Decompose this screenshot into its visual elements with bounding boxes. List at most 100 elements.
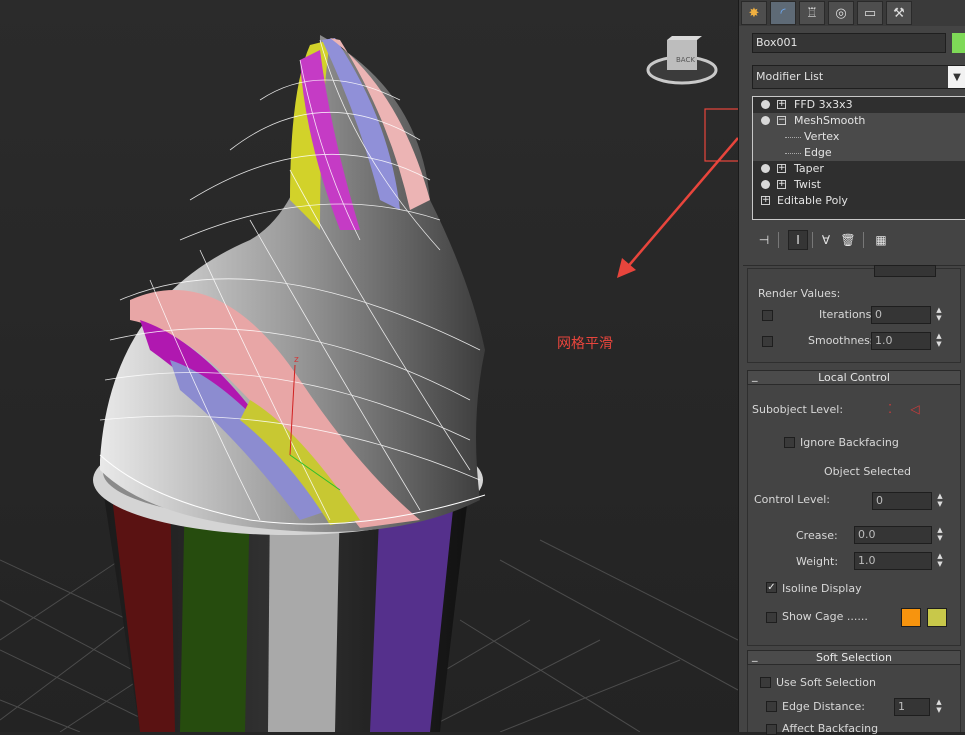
make-unique-button[interactable]: ∀ xyxy=(816,230,836,250)
motion-icon: ◎ xyxy=(835,5,847,21)
spinner-arrows-icon[interactable]: ▲ ▼ xyxy=(934,306,944,324)
show-cage-checkbox[interactable] xyxy=(766,612,777,623)
soft-selection-header[interactable]: _ Soft Selection xyxy=(747,649,961,665)
spinner-arrows-icon[interactable]: ▲ ▼ xyxy=(935,526,945,544)
spinner-arrows-icon[interactable]: ▲ ▼ xyxy=(935,492,945,510)
affect-backfacing-label: Affect Backfacing xyxy=(782,722,879,735)
smoothness-spinner[interactable]: 1.0 xyxy=(871,332,931,350)
tab-motion[interactable]: ◎ xyxy=(828,1,854,25)
utilities-icon: ⚒ xyxy=(893,5,905,21)
vertex-subobject-icon[interactable]: ⁚ xyxy=(880,399,900,419)
spinner-arrows-icon[interactable]: ▲ ▼ xyxy=(934,332,944,350)
command-panel-tabs: ✸ ◜ ♖ ◎ ▭ ⚒ xyxy=(739,0,965,26)
chevron-down-icon[interactable]: ▼ xyxy=(948,66,965,88)
make-unique-icon: ∀ xyxy=(821,233,831,247)
ignore-backfacing-label: Ignore Backfacing xyxy=(800,436,899,449)
smoothness-label: Smoothness: xyxy=(808,334,880,347)
cage-color-swatch-2[interactable] xyxy=(927,608,947,627)
configure-sets-button[interactable]: ▦ xyxy=(871,230,891,250)
local-control-header[interactable]: _ Local Control xyxy=(747,369,961,385)
show-end-result-icon: Ⅰ xyxy=(796,233,800,247)
local-control-title: Local Control xyxy=(818,371,890,384)
hierarchy-icon: ♖ xyxy=(806,5,818,21)
iterations-checkbox[interactable] xyxy=(762,310,773,321)
pin-stack-icon: ⊣ xyxy=(758,233,770,247)
stack-item-editable-poly[interactable]: + Editable Poly xyxy=(753,193,965,209)
tab-utilities[interactable]: ⚒ xyxy=(886,1,912,25)
pin-stack-button[interactable]: ⊣ xyxy=(754,230,774,250)
configure-sets-icon: ▦ xyxy=(875,233,887,247)
perspective-viewport[interactable]: z BACK 网格平滑 xyxy=(0,0,738,732)
edge-distance-checkbox[interactable] xyxy=(766,701,777,712)
smoothness-checkbox[interactable] xyxy=(762,336,773,347)
show-end-result-button[interactable]: Ⅰ xyxy=(788,230,808,250)
use-soft-selection-label: Use Soft Selection xyxy=(776,676,876,689)
lightbulb-icon[interactable] xyxy=(761,164,770,173)
toolbar-separator xyxy=(778,232,779,248)
remove-modifier-icon: 🗑 xyxy=(840,233,856,247)
create-icon: ✸ xyxy=(748,5,760,21)
tree-connector xyxy=(785,137,801,138)
collapse-icon[interactable]: − xyxy=(777,116,786,125)
cage-color-swatch-1[interactable] xyxy=(901,608,921,627)
stack-item-taper[interactable]: + Taper xyxy=(753,161,965,177)
scrolled-spinner[interactable] xyxy=(874,265,936,277)
object-name-field[interactable]: Box001 xyxy=(752,33,946,53)
lightbulb-icon[interactable] xyxy=(761,116,770,125)
selection-status: Object Selected xyxy=(824,465,912,478)
stack-item-label: MeshSmooth xyxy=(794,114,866,127)
object-color-swatch[interactable] xyxy=(952,33,965,53)
lightbulb-icon[interactable] xyxy=(761,180,770,189)
stack-toolbar: ⊣ Ⅰ ∀ 🗑 ▦ xyxy=(752,228,964,252)
iterations-label: Iterations: xyxy=(819,308,876,321)
expand-icon[interactable]: + xyxy=(761,196,770,205)
stack-item-ffd[interactable]: + FFD 3x3x3 xyxy=(753,97,965,113)
stack-item-meshsmooth[interactable]: − MeshSmooth xyxy=(753,113,965,129)
edge-distance-spinner[interactable]: 1 xyxy=(894,698,930,716)
stack-item-label: Editable Poly xyxy=(777,194,848,207)
modifier-list-dropdown[interactable]: Modifier List ▼ xyxy=(752,65,965,89)
render-values-title: Render Values: xyxy=(758,287,841,300)
minimize-icon: _ xyxy=(752,649,758,662)
edge-distance-label: Edge Distance: xyxy=(782,700,865,713)
crease-label: Crease: xyxy=(796,529,838,542)
lightbulb-icon[interactable] xyxy=(761,100,770,109)
crease-spinner[interactable]: 0.0 xyxy=(854,526,932,544)
use-soft-selection-checkbox[interactable] xyxy=(760,677,771,688)
subobject-level-label: Subobject Level: xyxy=(752,403,844,416)
spinner-arrows-icon[interactable]: ▲ ▼ xyxy=(935,552,945,570)
ignore-backfacing-checkbox[interactable] xyxy=(784,437,795,448)
modifier-list-label: Modifier List xyxy=(756,70,824,83)
tree-connector xyxy=(785,153,801,154)
annotation-label: 网格平滑 xyxy=(557,336,613,352)
stack-item-edge[interactable]: Edge xyxy=(753,145,965,161)
control-level-spinner[interactable]: 0 xyxy=(872,492,932,510)
spinner-arrows-icon[interactable]: ▲ ▼ xyxy=(934,698,944,716)
tab-hierarchy[interactable]: ♖ xyxy=(799,1,825,25)
expand-icon[interactable]: + xyxy=(777,100,786,109)
edge-subobject-icon[interactable]: ◁ xyxy=(905,399,925,419)
ice-cream-swirl xyxy=(99,35,486,532)
remove-modifier-button[interactable]: 🗑 xyxy=(838,230,858,250)
affect-backfacing-checkbox[interactable] xyxy=(766,724,777,735)
viewport-scene: z BACK xyxy=(0,35,738,732)
tab-create[interactable]: ✸ xyxy=(741,1,767,25)
stack-item-vertex[interactable]: Vertex xyxy=(753,129,965,145)
isoline-display-checkbox[interactable]: ✓ xyxy=(766,582,777,593)
toolbar-separator xyxy=(863,232,864,248)
stack-item-label: Vertex xyxy=(804,130,840,143)
tab-display[interactable]: ▭ xyxy=(857,1,883,25)
modifier-stack[interactable]: + FFD 3x3x3 − MeshSmooth Vertex Edge + T… xyxy=(752,96,965,220)
stack-item-label: Twist xyxy=(794,178,821,191)
viewcube[interactable]: BACK xyxy=(646,36,718,85)
control-level-label: Control Level: xyxy=(754,493,831,506)
stack-item-label: Taper xyxy=(794,162,824,175)
expand-icon[interactable]: + xyxy=(777,164,786,173)
expand-icon[interactable]: + xyxy=(777,180,786,189)
stack-item-twist[interactable]: + Twist xyxy=(753,177,965,193)
viewcube-face-label: BACK xyxy=(676,56,695,64)
weight-spinner[interactable]: 1.0 xyxy=(854,552,932,570)
iterations-spinner[interactable]: 0 xyxy=(871,306,931,324)
show-cage-label: Show Cage ...... xyxy=(782,610,868,623)
tab-modify[interactable]: ◜ xyxy=(770,1,796,25)
